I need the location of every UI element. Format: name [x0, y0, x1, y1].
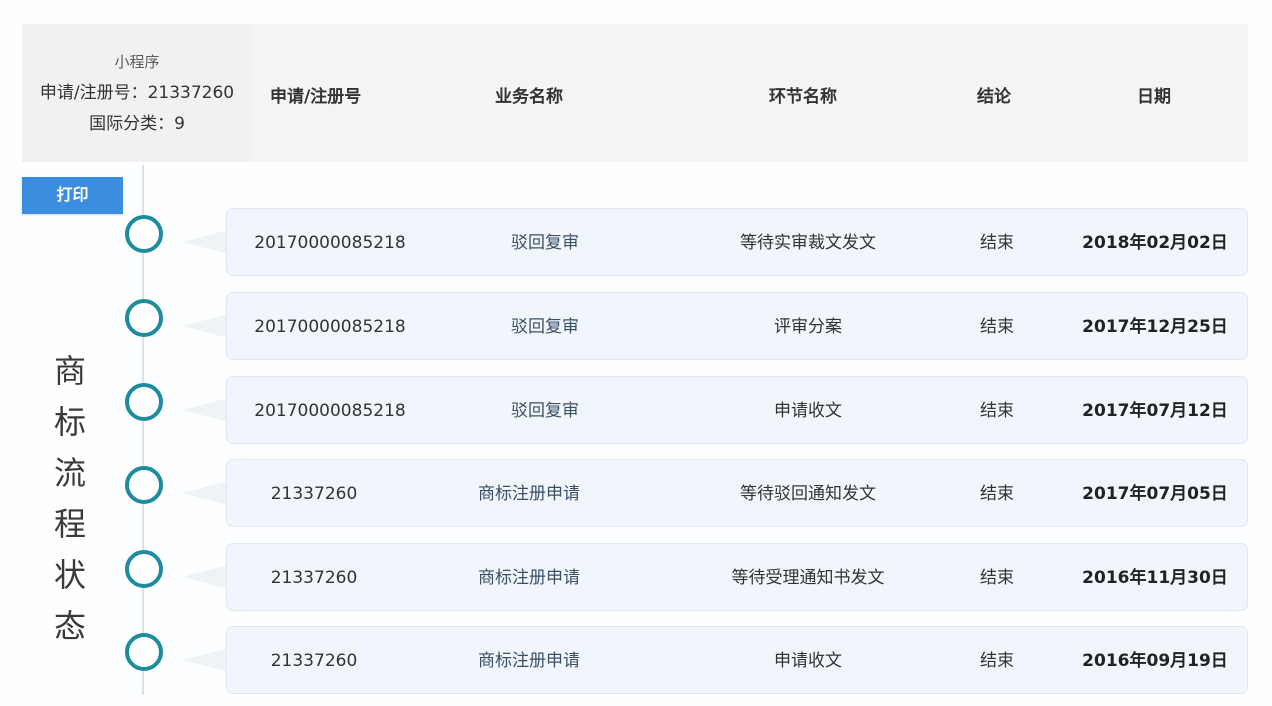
- card-pointer: [182, 398, 228, 422]
- cell-step: 等待受理通知书发文: [731, 568, 885, 588]
- column-header-step: 环节名称: [769, 87, 837, 107]
- vertical-title-char: 程: [53, 505, 86, 543]
- cell-business: 驳回复审: [511, 317, 579, 337]
- page: 小程序 申请/注册号：21337260 国际分类：9 申请/注册号 业务名称 环…: [0, 0, 1272, 706]
- cell-date: 2017年07月05日: [1082, 484, 1228, 504]
- vertical-title-char: 商: [53, 352, 86, 390]
- card-pointer: [182, 481, 228, 505]
- vertical-title-char: 状: [53, 556, 86, 594]
- column-header-date: 日期: [1137, 87, 1171, 107]
- header-columns: 申请/注册号 业务名称 环节名称 结论 日期: [0, 24, 1272, 162]
- cell-business: 驳回复审: [511, 233, 579, 253]
- cell-reg-no: 20170000085218: [254, 401, 406, 421]
- timeline-node: [125, 550, 163, 588]
- cell-step: 等待实审裁文发文: [740, 233, 876, 253]
- cell-business: 商标注册申请: [478, 568, 580, 588]
- timeline-node: [125, 215, 163, 253]
- vertical-title-char: 标: [53, 403, 86, 441]
- cell-reg-no: 20170000085218: [254, 233, 406, 253]
- vertical-title-char: 流: [53, 454, 86, 492]
- cell-step: 申请收文: [774, 401, 842, 421]
- card-pointer: [182, 314, 228, 338]
- card-pointer: [182, 230, 228, 254]
- column-header-business: 业务名称: [495, 87, 563, 107]
- cell-result: 结束: [980, 651, 1014, 671]
- table-row: 21337260 商标注册申请 等待受理通知书发文 结束 2016年11月30日: [226, 543, 1248, 611]
- timeline-node: [125, 383, 163, 421]
- timeline-node: [125, 633, 163, 671]
- cell-result: 结束: [980, 568, 1014, 588]
- vertical-title: 商 标 流 程 状 态: [50, 346, 90, 652]
- cell-reg-no: 20170000085218: [254, 317, 406, 337]
- column-header-result: 结论: [977, 87, 1011, 107]
- cell-step: 申请收文: [774, 651, 842, 671]
- cell-step: 等待驳回通知发文: [740, 484, 876, 504]
- cell-date: 2016年09月19日: [1082, 651, 1228, 671]
- cell-result: 结束: [980, 401, 1014, 421]
- cell-business: 驳回复审: [511, 401, 579, 421]
- column-header-reg-no: 申请/注册号: [270, 87, 362, 107]
- timeline-node: [125, 299, 163, 337]
- cell-business: 商标注册申请: [478, 651, 580, 671]
- cell-date: 2017年12月25日: [1082, 317, 1228, 337]
- timeline-node: [125, 466, 163, 504]
- card-pointer: [182, 565, 228, 589]
- table-row: 21337260 商标注册申请 等待驳回通知发文 结束 2017年07月05日: [226, 459, 1248, 527]
- table-row: 21337260 商标注册申请 申请收文 结束 2016年09月19日: [226, 626, 1248, 694]
- cell-date: 2016年11月30日: [1082, 568, 1228, 588]
- vertical-title-char: 态: [53, 607, 86, 645]
- cell-result: 结束: [980, 233, 1014, 253]
- cell-result: 结束: [980, 484, 1014, 504]
- cell-reg-no: 21337260: [270, 651, 358, 671]
- cell-result: 结束: [980, 317, 1014, 337]
- table-row: 20170000085218 驳回复审 等待实审裁文发文 结束 2018年02月…: [226, 208, 1248, 276]
- cell-reg-no: 21337260: [270, 484, 358, 504]
- cell-business: 商标注册申请: [478, 484, 580, 504]
- cell-date: 2018年02月02日: [1082, 233, 1228, 253]
- cell-date: 2017年07月12日: [1082, 401, 1228, 421]
- table-row: 20170000085218 驳回复审 评审分案 结束 2017年12月25日: [226, 292, 1248, 360]
- table-row: 20170000085218 驳回复审 申请收文 结束 2017年07月12日: [226, 376, 1248, 444]
- cell-reg-no: 21337260: [270, 568, 358, 588]
- card-pointer: [182, 648, 228, 672]
- print-button[interactable]: 打印: [22, 177, 123, 214]
- cell-step: 评审分案: [774, 317, 842, 337]
